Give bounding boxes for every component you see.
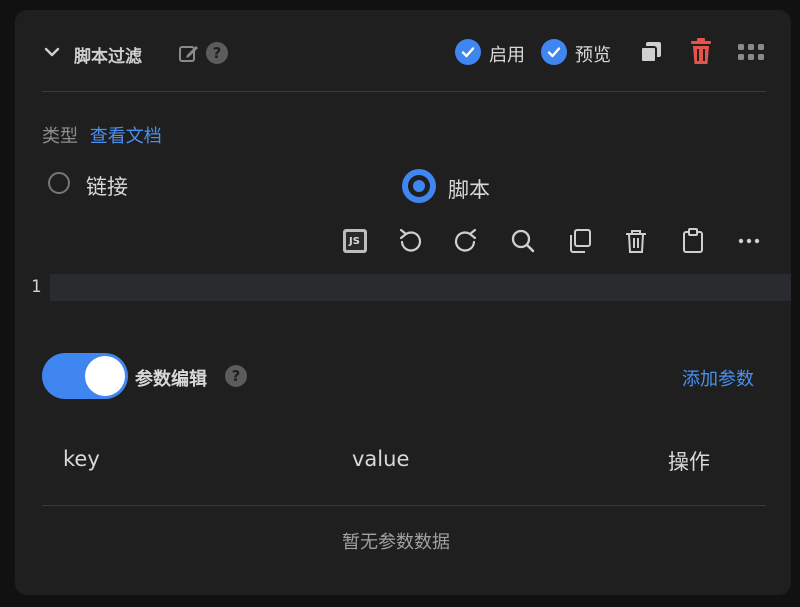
radio-script-label[interactable]: 脚本 [448, 174, 490, 204]
drag-grip-icon[interactable] [737, 42, 765, 62]
preview-checkbox[interactable] [541, 39, 567, 65]
edit-title-icon[interactable] [178, 42, 200, 64]
line-number: 1 [31, 277, 42, 297]
column-header-key: key [63, 447, 100, 471]
code-editor[interactable] [50, 274, 791, 301]
js-badge-text: JS [349, 236, 360, 247]
delete-card-icon[interactable] [689, 38, 713, 66]
radio-link[interactable] [48, 172, 70, 194]
param-edit-toggle[interactable] [42, 353, 128, 399]
column-header-actions: 操作 [668, 450, 710, 474]
help-icon[interactable]: ? [206, 42, 228, 64]
empty-table-text: 暂无参数数据 [342, 532, 450, 553]
enable-label[interactable]: 启用 [489, 41, 525, 67]
param-help-icon[interactable]: ? [225, 365, 247, 387]
column-header-value: value [352, 447, 410, 471]
card-title: 脚本过滤 [74, 47, 142, 67]
radio-link-label[interactable]: 链接 [86, 171, 128, 201]
type-label: 类型 [42, 126, 78, 147]
param-edit-label: 参数编辑 [135, 369, 207, 390]
undo-icon[interactable] [396, 227, 424, 255]
type-row: 类型 查看文档 [42, 122, 162, 148]
toggle-knob [85, 356, 125, 396]
duplicate-icon[interactable] [638, 39, 664, 65]
clipboard-icon[interactable] [679, 227, 707, 255]
script-filter-card [15, 10, 791, 595]
enable-checkbox[interactable] [455, 39, 481, 65]
more-icon[interactable] [735, 227, 763, 255]
preview-label[interactable]: 预览 [575, 41, 611, 67]
js-icon[interactable]: JS [341, 227, 369, 255]
add-param-button[interactable]: 添加参数 [682, 365, 754, 391]
collapse-chevron-icon[interactable] [42, 42, 62, 62]
header-divider [42, 91, 766, 92]
table-header-divider [42, 505, 766, 506]
copy-icon[interactable] [566, 227, 594, 255]
search-icon[interactable] [509, 227, 537, 255]
redo-icon[interactable] [452, 227, 480, 255]
radio-script[interactable] [402, 169, 436, 203]
delete-icon[interactable] [622, 227, 650, 255]
view-docs-link[interactable]: 查看文档 [90, 126, 162, 147]
